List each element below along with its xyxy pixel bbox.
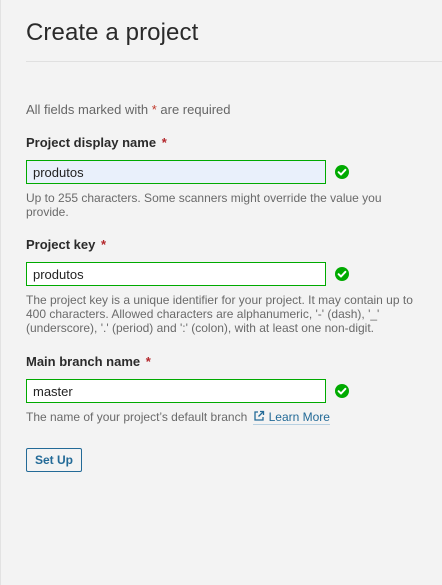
page-left-border bbox=[0, 0, 1, 585]
page-header: Create a project bbox=[26, 0, 442, 62]
main-branch-name-help: The name of your project’s default branc… bbox=[26, 410, 418, 425]
project-key-input[interactable] bbox=[26, 262, 326, 286]
project-display-name-input-row bbox=[26, 160, 426, 184]
project-key-input-row bbox=[26, 262, 426, 286]
required-star: * bbox=[145, 354, 151, 369]
main-branch-name-label: Main branch name * bbox=[26, 354, 426, 370]
set-up-button[interactable]: Set Up bbox=[26, 448, 83, 472]
main-branch-name-input[interactable] bbox=[26, 379, 326, 403]
check-circle-icon bbox=[335, 267, 349, 281]
required-fields-note: All fields marked with * are required bbox=[26, 102, 231, 117]
check-circle-icon bbox=[335, 384, 349, 398]
project-key-label-text: Project key bbox=[26, 237, 96, 252]
page-title: Create a project bbox=[26, 19, 199, 46]
project-key-help: The project key is a unique identifier f… bbox=[26, 293, 413, 335]
create-project-page: Create a project All fields marked with … bbox=[26, 0, 442, 472]
check-circle-icon bbox=[335, 165, 349, 179]
learn-more-link[interactable]: Learn More bbox=[252, 410, 330, 425]
project-display-name-field: Project display name * Up to 255 charact… bbox=[26, 135, 426, 219]
project-display-name-input[interactable] bbox=[26, 160, 326, 184]
required-star: * bbox=[161, 135, 167, 150]
learn-more-label: Learn More bbox=[268, 410, 330, 424]
project-display-name-label: Project display name * bbox=[26, 135, 426, 151]
main-branch-name-label-text: Main branch name bbox=[26, 354, 141, 369]
project-display-name-label-text: Project display name bbox=[26, 135, 157, 150]
main-branch-name-help-text: The name of your project’s default branc… bbox=[26, 410, 248, 424]
main-branch-name-field: Main branch name * The name of your proj… bbox=[26, 354, 426, 425]
required-star: * bbox=[101, 237, 107, 252]
required-note-prefix: All fields marked with bbox=[26, 102, 152, 117]
project-key-field: Project key * The project key is a uniqu… bbox=[26, 237, 426, 335]
project-key-label: Project key * bbox=[26, 237, 426, 253]
main-branch-name-input-row bbox=[26, 379, 426, 403]
project-display-name-help: Up to 255 characters. Some scanners migh… bbox=[26, 191, 382, 219]
required-note-suffix: are required bbox=[156, 102, 231, 117]
external-link-icon bbox=[253, 410, 264, 421]
